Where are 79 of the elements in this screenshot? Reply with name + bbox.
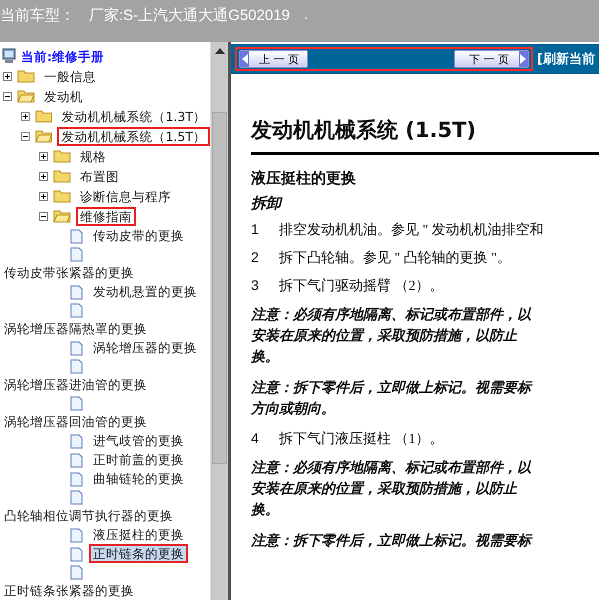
step-text: 排空发动机机油。参见 " 发动机机油排空和	[279, 221, 544, 239]
step-text: 拆下气门驱动摇臂 （2）。	[279, 277, 444, 295]
document-icon	[70, 547, 83, 562]
expand-icon[interactable]	[21, 112, 30, 120]
tree-document-item[interactable]: 涡轮增压器回油管的更换	[0, 412, 151, 431]
previous-page-button[interactable]: 上 一 页	[239, 50, 308, 68]
tree-document-item[interactable]: 凸轮轴相位调节执行器的更换	[0, 506, 177, 525]
document-icon	[70, 247, 83, 262]
tree-folder-item[interactable]: 诊断信息与程序	[76, 186, 175, 206]
document-icon	[70, 341, 83, 356]
tree-folder-item[interactable]: 发动机机械系统（1.3T）	[57, 106, 210, 126]
document-icon	[70, 285, 83, 300]
tree-folder-item[interactable]: 发动机	[40, 86, 87, 106]
folder-icon	[53, 209, 71, 223]
next-page-button[interactable]: 下 一 页	[454, 50, 529, 68]
tree-folder-item[interactable]: 规格	[76, 146, 110, 166]
tree-root-label[interactable]: 当前:维修手册	[21, 46, 104, 66]
tree-document-item[interactable]: 曲轴链轮的更换	[89, 469, 188, 488]
step-number: 1	[251, 221, 260, 239]
tree-document-item[interactable]: 液压挺柱的更换	[89, 525, 188, 544]
refresh-link[interactable]: [刷新当前	[537, 50, 595, 68]
caution-note: 注意：必须有序地隔离、标记或布置部件，以 安装在原来的位置，采取预防措施，以防止 换。	[251, 306, 532, 367]
tree-document-item[interactable]: 正时前盖的更换	[89, 450, 188, 469]
section-heading: 液压挺柱的更换	[251, 169, 357, 188]
tree-folder-item[interactable]: 发动机机械系统（1.5T）	[57, 126, 210, 146]
header-label: 当前车型：	[0, 6, 75, 26]
step-text: 拆下凸轮轴。参见 " 凸轮轴的更换 "。	[279, 250, 511, 267]
header-suffix: .	[304, 6, 308, 25]
arrow-left-icon	[240, 51, 249, 67]
caution-note: 注意：拆下零件后，立即做上标记。视需要标 方向或朝向。	[251, 378, 534, 419]
document-icon	[70, 472, 83, 488]
tree-document-item[interactable]: 正时链条的更换	[89, 544, 188, 563]
expand-icon[interactable]	[3, 72, 12, 80]
collapse-icon[interactable]	[39, 212, 48, 220]
tree-document-item[interactable]: 发动机悬置的更换	[89, 282, 201, 301]
folder-icon	[17, 89, 35, 103]
tree-document-item[interactable]: 传动皮带张紧器的更换	[0, 263, 138, 282]
tree-folder-item[interactable]: 布置图	[76, 166, 123, 186]
folder-icon	[53, 149, 71, 163]
folder-icon	[53, 169, 71, 183]
computer-icon	[2, 48, 16, 64]
step-number: 4	[251, 430, 260, 448]
folder-icon	[34, 109, 52, 123]
folder-icon	[34, 129, 52, 143]
collapse-icon[interactable]	[3, 92, 12, 100]
document-icon	[70, 396, 83, 412]
tree-document-item[interactable]: 正时链条张紧器的更换	[0, 581, 138, 600]
scroll-up-icon[interactable]	[215, 48, 225, 54]
caution-note: 注意：必须有序地隔离、标记或布置部件，以 安装在原来的位置，采取预防措施，以防止 换。	[251, 458, 532, 520]
tree-document-item[interactable]: 传动皮带的更换	[89, 226, 188, 245]
document-title: 发动机机械系统 (1.5T)	[251, 117, 478, 144]
expand-icon[interactable]	[39, 152, 48, 160]
document-icon	[70, 453, 83, 468]
document-icon	[70, 359, 83, 374]
folder-icon	[53, 189, 71, 203]
vehicle-model: 厂家:S-上汽大通大通G502019	[89, 6, 290, 26]
collapse-icon[interactable]	[21, 132, 30, 140]
tree-document-item[interactable]: 涡轮增压器的更换	[89, 338, 201, 357]
document-icon	[70, 303, 83, 318]
document-icon	[70, 229, 83, 244]
tree-document-item[interactable]: 涡轮增压器进油管的更换	[0, 375, 151, 394]
folder-icon	[17, 69, 35, 83]
document-icon	[70, 528, 83, 544]
document-icon	[70, 434, 83, 450]
scrollbar-thumb[interactable]	[212, 112, 227, 464]
step-number: 2	[251, 249, 260, 267]
arrow-right-icon	[519, 51, 528, 67]
tree-document-item[interactable]: 涡轮增压器隔热罩的更换	[0, 319, 151, 338]
step-text: 拆下气门液压挺柱 （1）。	[279, 430, 444, 448]
subsection-heading: 拆卸	[251, 194, 284, 213]
tree-folder-item[interactable]: 维修指南	[76, 206, 136, 226]
document-icon	[70, 490, 83, 506]
document-icon	[70, 565, 83, 580]
expand-icon[interactable]	[39, 172, 48, 180]
tree-folder-item[interactable]: 一般信息	[40, 66, 100, 86]
step-number: 3	[251, 277, 260, 295]
tree-document-item[interactable]: 进气歧管的更换	[89, 431, 188, 450]
caution-note: 注意：拆下零件后，立即做上标记。视需要标	[251, 532, 534, 551]
expand-icon[interactable]	[39, 192, 48, 200]
